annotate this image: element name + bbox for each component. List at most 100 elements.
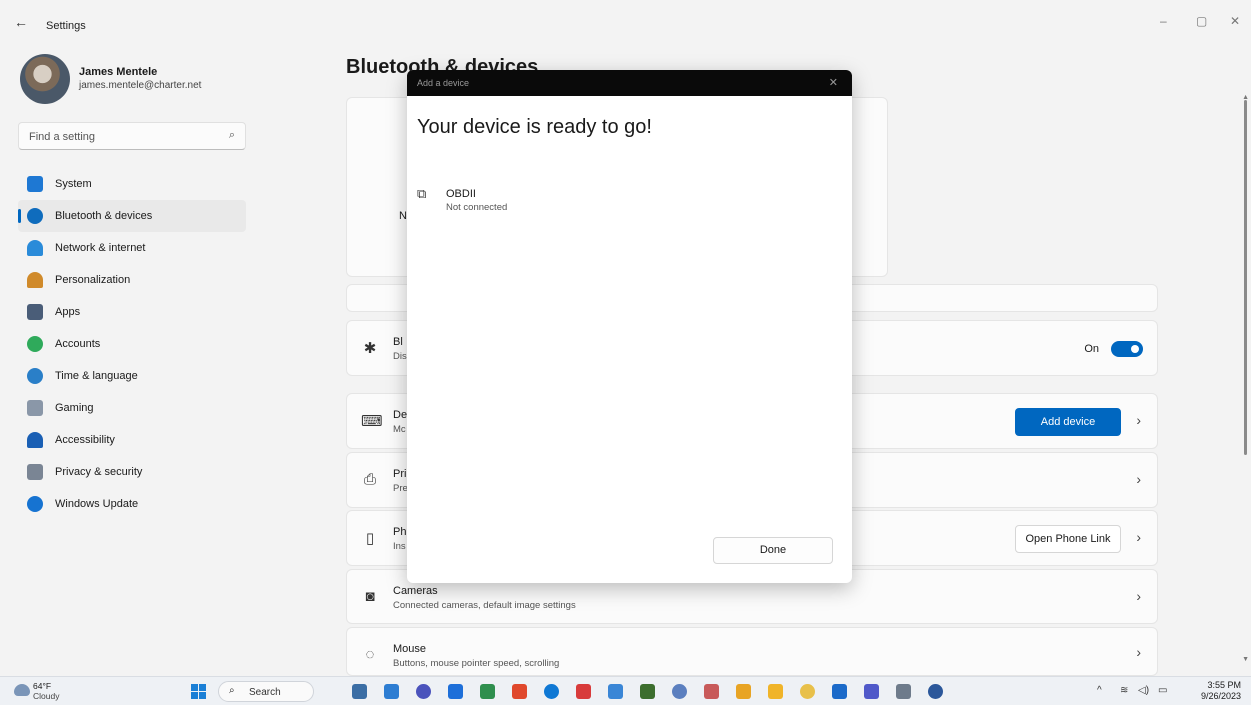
tray-overflow-icon[interactable]: ^	[1097, 685, 1102, 696]
sidebar-item-label: Gaming	[55, 402, 94, 414]
dialog-heading: Your device is ready to go!	[417, 116, 652, 138]
close-window-button[interactable]: ✕	[1230, 14, 1240, 28]
printer-icon: ⎙	[363, 471, 376, 488]
taskbar-search[interactable]: ⌕ Search	[218, 681, 314, 702]
device-status: Not connected	[446, 202, 508, 213]
sidebar-item-label: Apps	[55, 306, 81, 318]
add-device-dialog: Add a device ✕ Your device is ready to g…	[407, 70, 852, 583]
sidebar-item-label: System	[55, 178, 92, 190]
device-name: OBDII	[446, 188, 476, 200]
cameras-sub: Connected cameras, default image setting…	[393, 600, 576, 611]
bluetooth-sub: Dis	[393, 351, 407, 362]
taskbar-app-icon[interactable]	[704, 684, 719, 699]
mouse-row[interactable]: ◌ Mouse Buttons, mouse pointer speed, sc…	[346, 627, 1158, 676]
dialog-close-button[interactable]: ✕	[829, 76, 838, 89]
phone-sub: Ins	[393, 541, 406, 552]
taskbar-app-icon[interactable]	[896, 684, 911, 699]
sidebar-item-bluetooth-devices[interactable]: Bluetooth & devices	[18, 200, 246, 232]
search-icon: ⌕	[228, 129, 235, 141]
taskbar-app-icon[interactable]	[736, 684, 751, 699]
taskbar-app-icon[interactable]	[448, 684, 463, 699]
add-device-button[interactable]: Add device	[1015, 408, 1121, 436]
sidebar-item-personalization[interactable]: Personalization	[18, 264, 246, 296]
device-icon: ⧉	[417, 186, 427, 201]
bluetooth-title: Bl	[393, 336, 403, 348]
chevron-right-icon[interactable]: ›	[1136, 644, 1141, 660]
taskbar-app-icon[interactable]	[928, 684, 943, 699]
sidebar-item-label: Personalization	[55, 274, 131, 286]
devices-sub: Mc	[393, 424, 406, 435]
weather-temp[interactable]: 64°F	[33, 681, 51, 691]
sidebar-item-apps[interactable]: Apps	[18, 296, 246, 328]
camera-icon: ◙	[365, 588, 375, 605]
toggle-label: On	[1084, 343, 1099, 355]
taskbar-app-icon[interactable]	[544, 684, 559, 699]
taskbar-search-label: Search	[249, 687, 281, 698]
start-button[interactable]	[191, 684, 206, 699]
chevron-right-icon[interactable]: ›	[1136, 471, 1141, 487]
battery-icon[interactable]: ▭	[1158, 685, 1167, 696]
cameras-title: Cameras	[393, 585, 438, 597]
sidebar-nav: System Bluetooth & devices Network & inter…	[18, 168, 246, 520]
volume-icon[interactable]: ◁)	[1138, 685, 1149, 696]
sidebar-item-time-language[interactable]: Time & language	[18, 360, 246, 392]
scrollbar[interactable]	[1244, 100, 1247, 455]
sidebar-item-accounts[interactable]: Accounts	[18, 328, 246, 360]
taskbar-app-icon[interactable]	[576, 684, 591, 699]
search-placeholder: Find a setting	[29, 131, 96, 143]
sidebar-item-network-internet[interactable]: Network & internet	[18, 232, 246, 264]
clock-date[interactable]: 9/26/2023	[1201, 691, 1241, 701]
profile-email: james.mentele@charter.net	[79, 80, 202, 91]
taskbar-app-icon[interactable]	[480, 684, 495, 699]
bluetooth-toggle[interactable]	[1111, 341, 1143, 357]
sidebar-item-accessibility[interactable]: Accessibility	[18, 424, 246, 456]
taskbar-app-icon[interactable]	[384, 684, 399, 699]
taskbar-app-icon[interactable]	[512, 684, 527, 699]
sidebar-item-system[interactable]: System	[18, 168, 246, 200]
weather-condition[interactable]: Cloudy	[33, 691, 59, 701]
wifi-icon[interactable]: ≋	[1120, 685, 1128, 696]
phone-title: Ph	[393, 526, 407, 538]
minimize-button[interactable]: –	[1160, 14, 1167, 28]
done-button[interactable]: Done	[713, 537, 833, 564]
sidebar-item-label: Network & internet	[55, 242, 146, 254]
printers-title: Pri	[393, 468, 407, 480]
bluetooth-icon	[27, 208, 43, 224]
taskbar-app-icon[interactable]	[768, 684, 783, 699]
avatar	[20, 54, 70, 104]
maximize-button[interactable]: ▢	[1196, 14, 1207, 28]
wifi-icon	[27, 240, 43, 256]
scroll-down-arrow-icon[interactable]: ▼	[1242, 656, 1249, 663]
chevron-right-icon[interactable]: ›	[1136, 588, 1141, 604]
globe-icon	[27, 368, 43, 384]
clock-time[interactable]: 3:55 PM	[1207, 680, 1241, 690]
search-input[interactable]: Find a setting ⌕	[18, 122, 246, 150]
taskbar-app-icon[interactable]	[416, 684, 431, 699]
chevron-right-icon[interactable]: ›	[1136, 412, 1141, 428]
taskbar-app-icon[interactable]	[640, 684, 655, 699]
sidebar-item-gaming[interactable]: Gaming	[18, 392, 246, 424]
bluetooth-icon: ✱	[363, 340, 377, 357]
app-title: Settings	[46, 20, 86, 32]
open-phone-link-button[interactable]: Open Phone Link	[1015, 525, 1121, 553]
chevron-right-icon[interactable]: ›	[1136, 529, 1141, 545]
taskbar-app-icon[interactable]	[672, 684, 687, 699]
sidebar-item-windows-update[interactable]: Windows Update	[18, 488, 246, 520]
taskbar-app-icon[interactable]	[832, 684, 847, 699]
search-icon: ⌕	[229, 685, 235, 696]
title-bar: ← Settings – ▢ ✕	[0, 0, 1251, 40]
back-arrow-icon[interactable]: ←	[14, 14, 28, 30]
accounts-icon	[27, 336, 43, 352]
sidebar-item-label: Privacy & security	[55, 466, 143, 478]
taskbar-app-icon[interactable]	[352, 684, 367, 699]
accessibility-icon	[27, 432, 43, 448]
brush-icon	[27, 272, 43, 288]
cloud-icon[interactable]	[14, 684, 30, 696]
sidebar-item-privacy-security[interactable]: Privacy & security	[18, 456, 246, 488]
user-profile[interactable]: James Mentele james.mentele@charter.net	[20, 54, 270, 104]
gamepad-icon	[27, 400, 43, 416]
mouse-title: Mouse	[393, 643, 427, 655]
taskbar-app-icon[interactable]	[608, 684, 623, 699]
taskbar-app-icon[interactable]	[864, 684, 879, 699]
taskbar-app-icon[interactable]	[800, 684, 815, 699]
